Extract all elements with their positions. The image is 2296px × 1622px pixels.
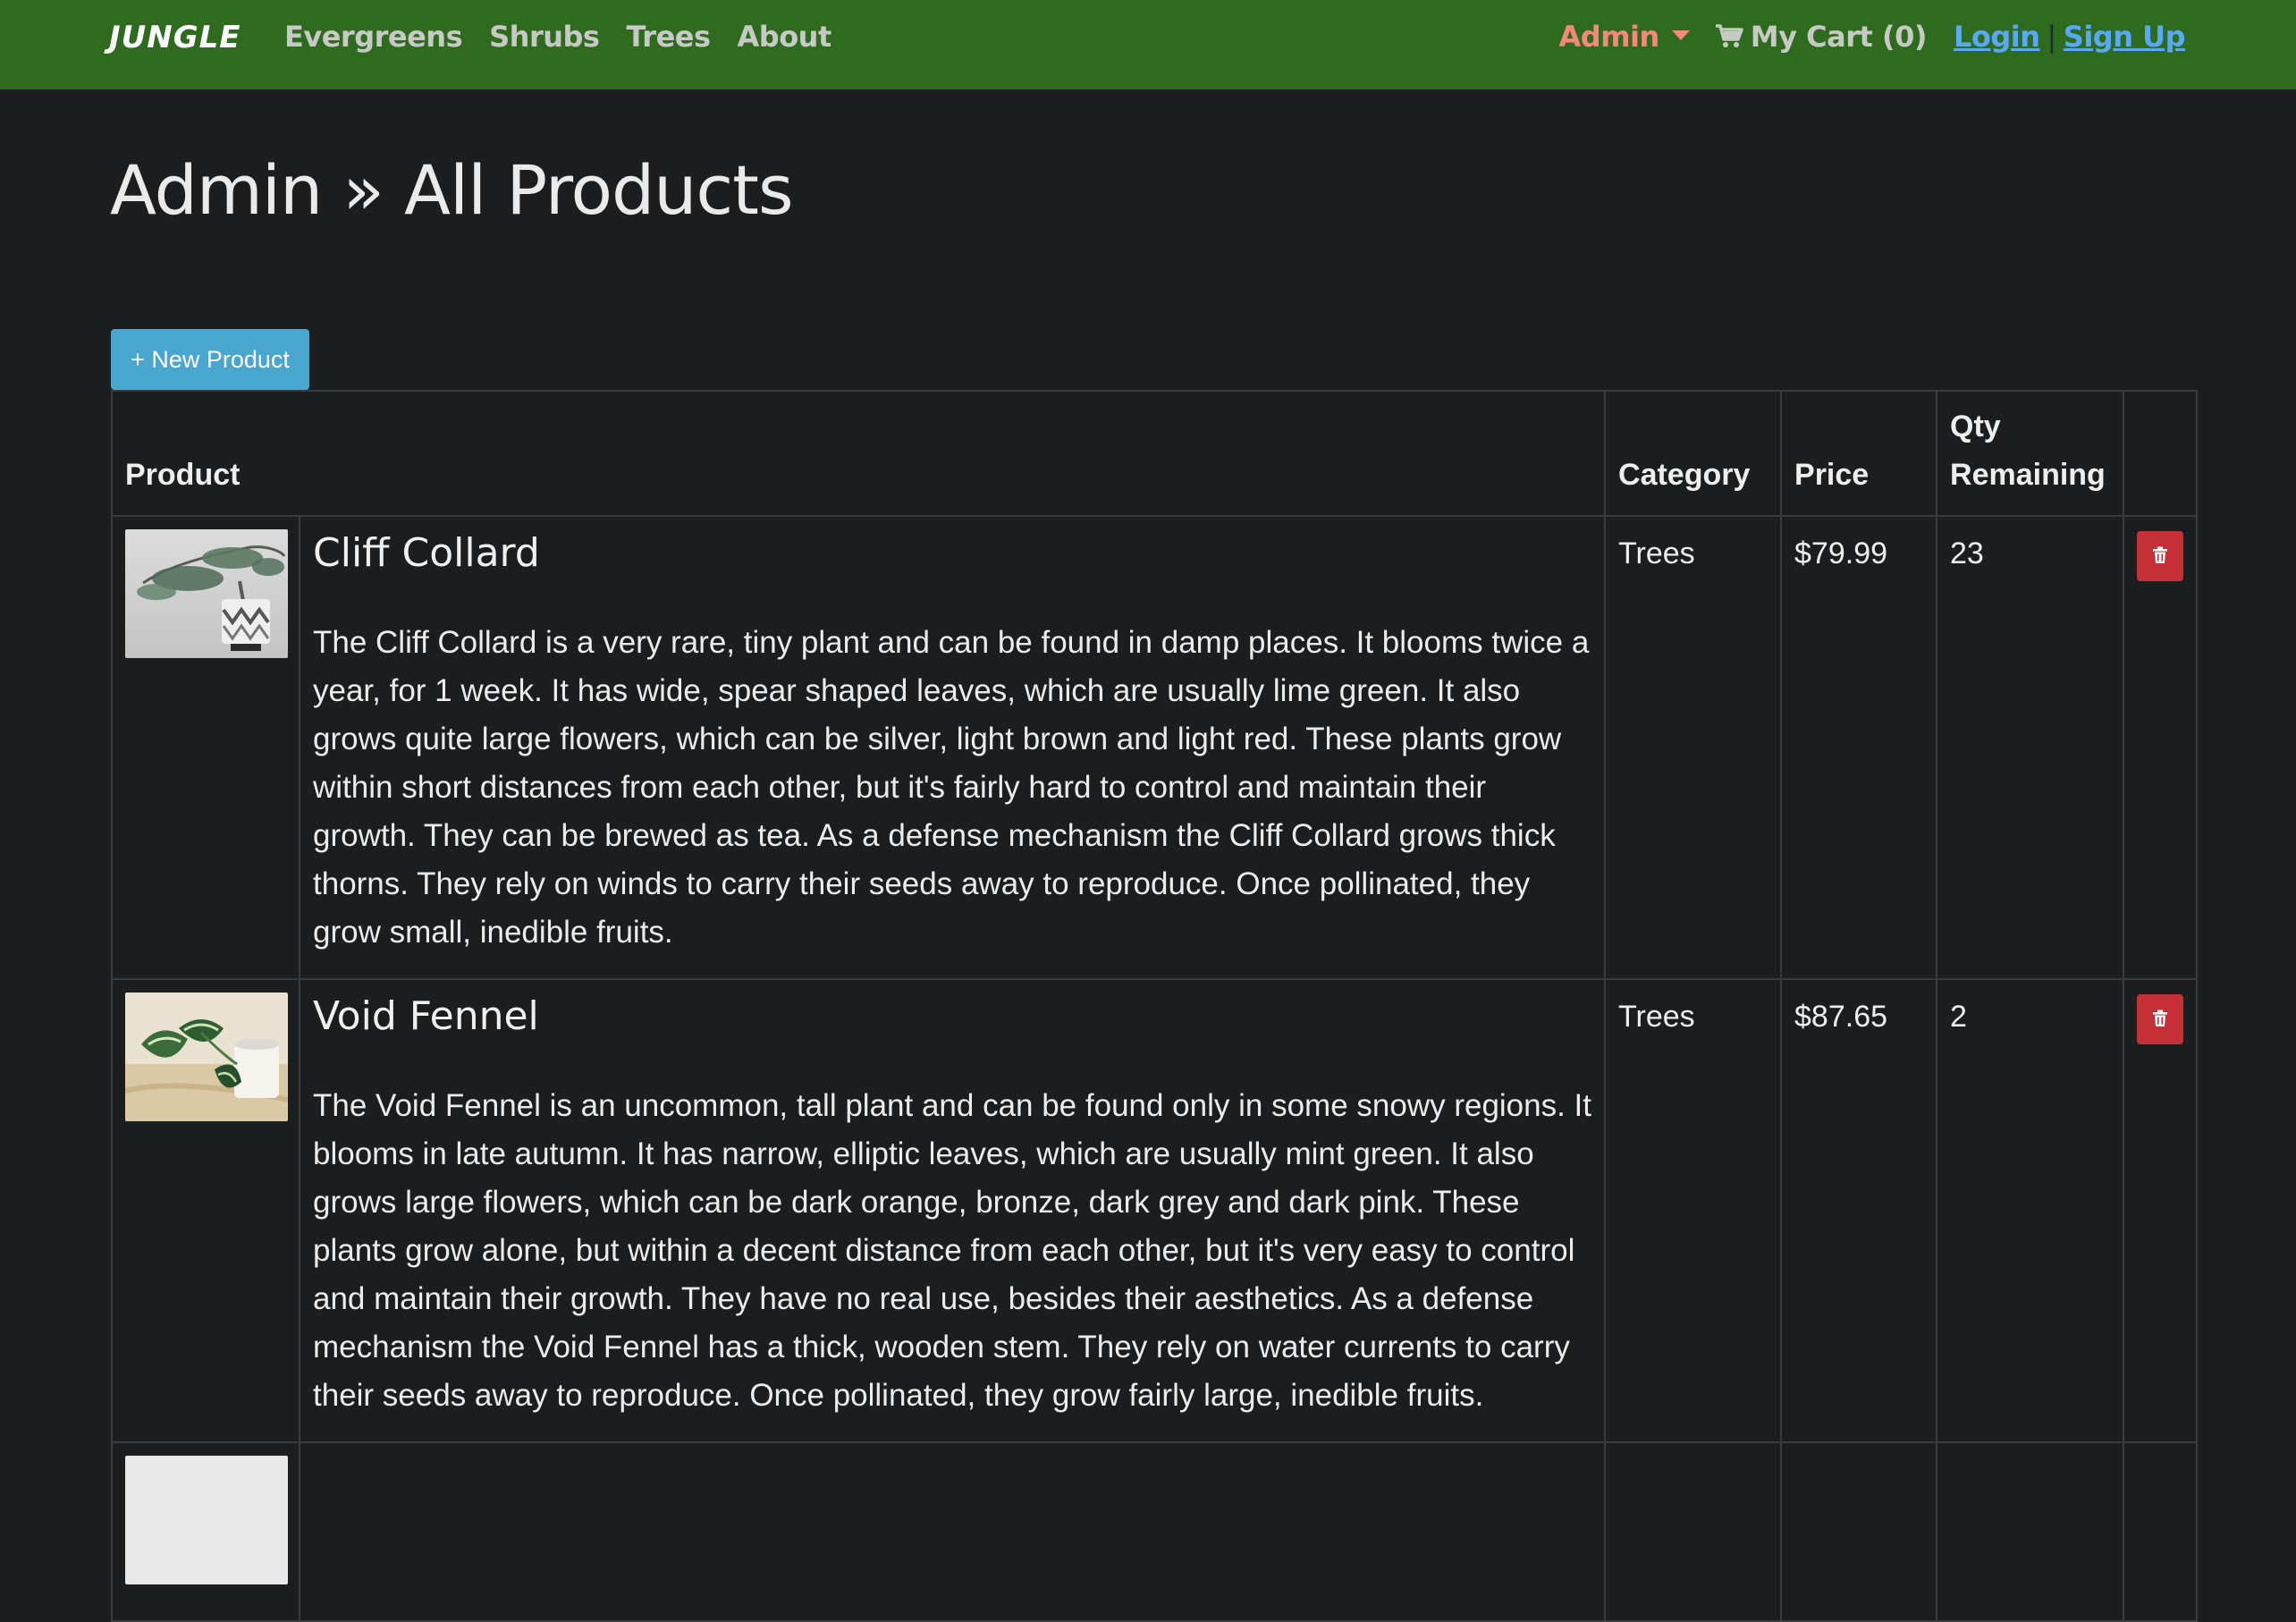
product-name: Void Fennel xyxy=(313,993,539,1039)
admin-dropdown-toggle[interactable]: Admin xyxy=(1559,20,1690,54)
trash-icon xyxy=(2152,546,2168,567)
product-actions-cell xyxy=(2123,978,2199,1443)
header-actions xyxy=(2123,390,2199,517)
product-description: The Cliff Collard is a very rare, tiny p… xyxy=(313,625,1590,950)
header-category: Category xyxy=(1604,390,1783,517)
product-price: $79.99 xyxy=(1780,515,1938,980)
product-image-cell xyxy=(111,978,300,1443)
nav-right: Admin My Cart (0) Login | Sign Up xyxy=(1559,20,2186,54)
nav-link-about[interactable]: About xyxy=(738,20,832,54)
product-description: The Void Fennel is an uncommon, tall pla… xyxy=(313,1088,1592,1413)
admin-label: Admin xyxy=(1558,20,1660,54)
cart-label: My Cart (0) xyxy=(1750,20,1928,54)
cart-link[interactable]: My Cart (0) xyxy=(1715,20,1927,54)
products-table: Product Category Price Qty Remaining Cli… xyxy=(110,390,2199,1622)
login-link[interactable]: Login xyxy=(1954,20,2040,54)
trash-icon xyxy=(2152,1010,2168,1030)
product-image-cell xyxy=(111,1441,300,1622)
table-row xyxy=(111,1441,2199,1622)
pothos-plant-photo xyxy=(125,993,288,1121)
product-info-cell: Void Fennel The Void Fennel is an uncomm… xyxy=(298,978,1607,1443)
product-category: Trees xyxy=(1604,978,1783,1443)
product-qty xyxy=(1936,1441,2125,1622)
nav-link-evergreens[interactable]: Evergreens xyxy=(284,20,463,54)
caret-down-icon xyxy=(1671,30,1690,40)
auth-separator: | xyxy=(2047,20,2056,54)
header-product: Product xyxy=(110,390,1607,517)
table-row: Void Fennel The Void Fennel is an uncomm… xyxy=(111,978,2199,1443)
product-qty: 23 xyxy=(1936,515,2125,980)
product-image-cell xyxy=(111,515,300,980)
navbar: JUNGLE Evergreens Shrubs Trees About Adm… xyxy=(0,0,2296,89)
bonsai-plant-photo xyxy=(125,529,288,658)
product-price: $87.65 xyxy=(1780,978,1938,1443)
product-name: Cliff Collard xyxy=(313,530,540,576)
new-product-button[interactable]: + New Product xyxy=(111,329,309,390)
product-category: Trees xyxy=(1604,515,1783,980)
header-price: Price xyxy=(1780,390,1938,517)
delete-product-button[interactable] xyxy=(2137,531,2184,581)
product-qty: 2 xyxy=(1936,978,2125,1443)
brand-logo[interactable]: JUNGLE xyxy=(109,20,241,55)
page-title: Admin » All Products xyxy=(110,150,794,230)
delete-product-button[interactable] xyxy=(2137,994,2184,1044)
product-info-cell xyxy=(298,1441,1607,1622)
product-actions-cell xyxy=(2123,515,2199,980)
shopping-cart-icon xyxy=(1715,24,1743,49)
product-actions-cell xyxy=(2123,1441,2199,1622)
product-category xyxy=(1604,1441,1783,1622)
plant-photo xyxy=(125,1456,288,1584)
product-info-cell: Cliff Collard The Cliff Collard is a ver… xyxy=(298,515,1607,980)
product-price xyxy=(1780,1441,1938,1622)
nav-link-shrubs[interactable]: Shrubs xyxy=(489,20,600,54)
table-row: Cliff Collard The Cliff Collard is a ver… xyxy=(111,515,2199,980)
header-qty-remaining: Qty Remaining xyxy=(1936,390,2125,517)
nav-link-trees[interactable]: Trees xyxy=(626,20,711,54)
nav-links: Evergreens Shrubs Trees About xyxy=(284,20,831,54)
signup-link[interactable]: Sign Up xyxy=(2064,20,2186,54)
table-header-row: Product Category Price Qty Remaining xyxy=(110,390,2199,517)
